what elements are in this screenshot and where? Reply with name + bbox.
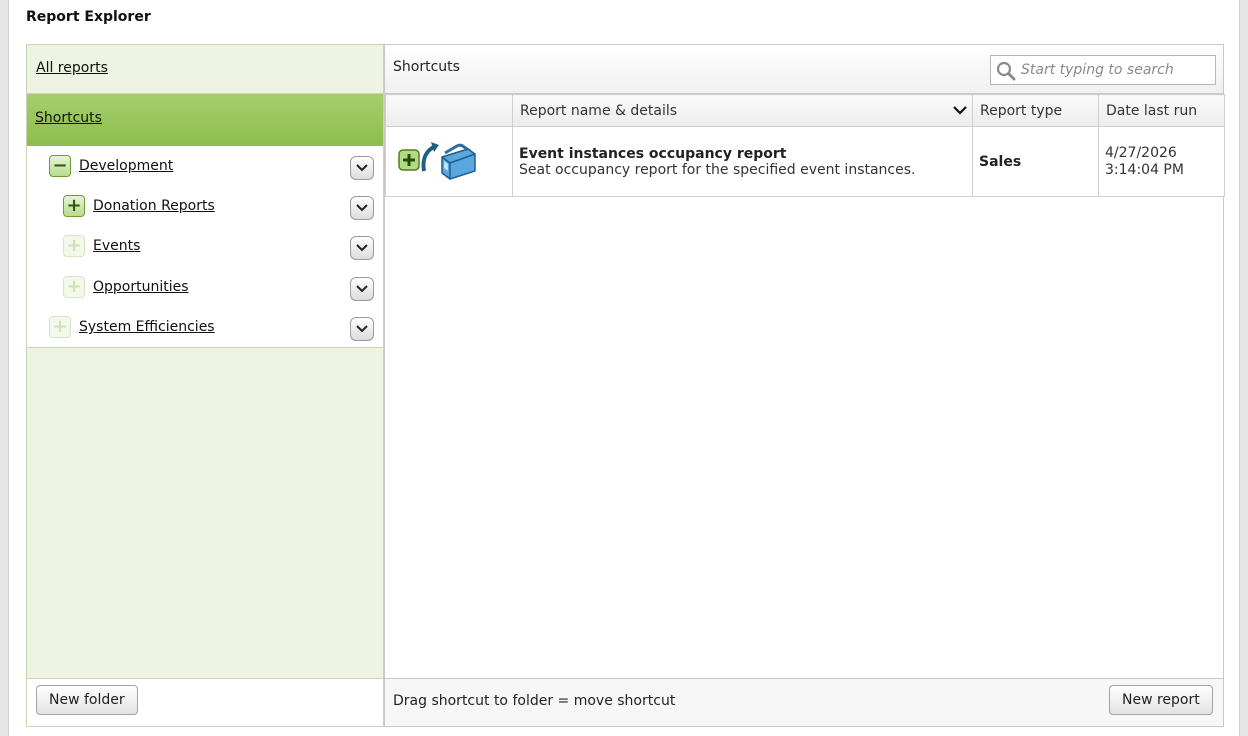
panel-title: Shortcuts bbox=[393, 59, 460, 75]
report-type-cell: Sales bbox=[972, 126, 1099, 197]
folder-list: − Development + Donation Reports + Event… bbox=[27, 146, 383, 348]
new-folder-button[interactable]: New folder bbox=[36, 685, 138, 715]
tree-footer: New folder bbox=[27, 678, 383, 726]
chevron-down-icon bbox=[356, 164, 368, 172]
all-reports-link[interactable]: All reports bbox=[36, 60, 108, 76]
tree-shortcuts-row-selected: Shortcuts bbox=[27, 94, 383, 146]
sort-chevron-icon[interactable] bbox=[952, 104, 968, 116]
expand-icon-disabled: + bbox=[63, 276, 85, 298]
chevron-down-icon bbox=[356, 244, 368, 252]
column-header-report-name[interactable]: Report name & details bbox=[512, 94, 973, 127]
tree-item-label[interactable]: Events bbox=[93, 238, 140, 254]
report-type: Sales bbox=[979, 153, 1022, 170]
report-explorer-window: Report Explorer All reports Shortcuts − … bbox=[8, 0, 1240, 736]
tree-item-label[interactable]: System Efficiencies bbox=[79, 319, 215, 335]
search-box[interactable] bbox=[990, 55, 1216, 85]
tree-item-development: − Development bbox=[27, 153, 383, 180]
tree-item-label[interactable]: Development bbox=[79, 158, 173, 174]
search-input[interactable] bbox=[1019, 58, 1209, 82]
folder-menu-button[interactable] bbox=[350, 317, 374, 341]
report-shortcut-icon[interactable] bbox=[398, 137, 478, 183]
collapse-icon[interactable]: − bbox=[49, 155, 71, 177]
tree-item-opportunities: + Opportunities bbox=[27, 274, 383, 301]
folder-menu-button[interactable] bbox=[350, 277, 374, 301]
tree-item-label[interactable]: Opportunities bbox=[93, 279, 189, 295]
folder-menu-button[interactable] bbox=[350, 196, 374, 220]
report-icon-cell[interactable] bbox=[385, 126, 513, 197]
report-name-cell[interactable]: Event instances occupancy report Seat oc… bbox=[512, 126, 973, 197]
column-header-report-type[interactable]: Report type bbox=[972, 94, 1099, 127]
tree-item-system-efficiencies: + System Efficiencies bbox=[27, 314, 383, 341]
column-header-icon bbox=[385, 94, 513, 127]
chevron-down-icon bbox=[356, 325, 368, 333]
report-name[interactable]: Event instances occupancy report bbox=[519, 146, 966, 162]
date-last-run-time: 3:14:04 PM bbox=[1105, 161, 1184, 178]
table-row[interactable]: Event instances occupancy report Seat oc… bbox=[385, 126, 1225, 197]
column-header-label: Report name & details bbox=[520, 102, 678, 119]
drag-hint-text: Drag shortcut to folder = move shortcut bbox=[393, 693, 676, 709]
panel-header: Shortcuts bbox=[385, 45, 1223, 94]
folder-menu-button[interactable] bbox=[350, 156, 374, 180]
new-report-button[interactable]: New report bbox=[1109, 685, 1213, 715]
date-last-run-date: 4/27/2026 bbox=[1105, 144, 1177, 161]
table-header-row: Report name & details Report type Date l… bbox=[385, 94, 1225, 127]
tree-item-label[interactable]: Donation Reports bbox=[93, 198, 215, 214]
folder-menu-button[interactable] bbox=[350, 236, 374, 260]
search-icon bbox=[996, 61, 1016, 81]
expand-icon-disabled: + bbox=[63, 235, 85, 257]
report-description: Seat occupancy report for the specified … bbox=[519, 161, 916, 178]
panel-footer: Drag shortcut to folder = move shortcut … bbox=[385, 678, 1223, 726]
expand-icon[interactable]: + bbox=[63, 195, 85, 217]
tree-all-reports-row: All reports bbox=[27, 45, 383, 94]
chevron-down-icon bbox=[356, 204, 368, 212]
reports-table: Report name & details Report type Date l… bbox=[385, 94, 1225, 197]
tree-item-donation-reports: + Donation Reports bbox=[27, 193, 383, 220]
shortcuts-panel: Shortcuts Report name & de bbox=[384, 44, 1225, 727]
chevron-down-icon bbox=[356, 285, 368, 293]
column-header-date-last-run[interactable]: Date last run bbox=[1098, 94, 1225, 127]
date-last-run-cell: 4/27/2026 3:14:04 PM bbox=[1098, 126, 1225, 197]
window-title: Report Explorer bbox=[26, 9, 151, 25]
expand-icon-disabled: + bbox=[49, 316, 71, 338]
folder-tree-panel: All reports Shortcuts − Development + Do… bbox=[26, 44, 384, 727]
tree-item-events: + Events bbox=[27, 233, 383, 260]
shortcuts-link[interactable]: Shortcuts bbox=[35, 110, 102, 126]
